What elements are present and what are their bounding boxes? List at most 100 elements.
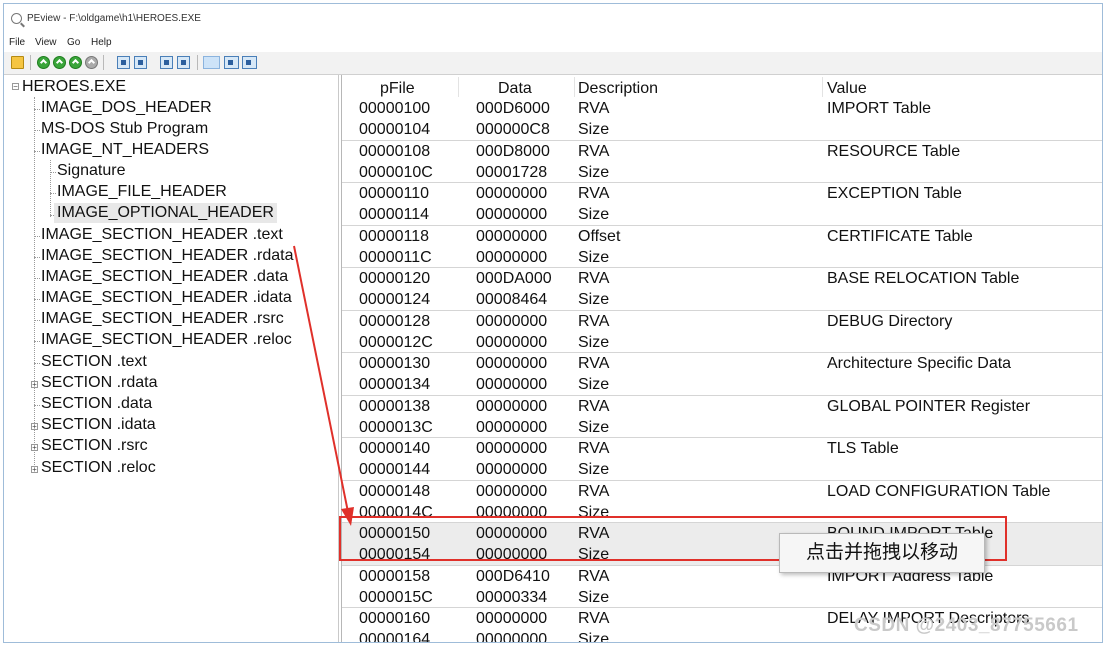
tree-item[interactable]: SECTION .idata (41, 415, 156, 435)
tree-item[interactable]: SECTION .reloc (41, 458, 156, 478)
cell-pfile[interactable]: 00000100 (359, 98, 430, 119)
cell-description[interactable]: Size (578, 459, 609, 480)
cell-description[interactable]: Size (578, 417, 609, 438)
cell-description[interactable]: RVA (578, 98, 609, 119)
cell-data[interactable]: 00000000 (476, 183, 547, 204)
cell-description[interactable]: RVA (578, 396, 609, 417)
cell-value[interactable]: LOAD CONFIGURATION Table (827, 481, 1050, 502)
cell-pfile[interactable]: 00000134 (359, 374, 430, 395)
cell-data[interactable]: 00000000 (476, 396, 547, 417)
tree-item[interactable]: IMAGE_FILE_HEADER (57, 182, 227, 202)
cell-description[interactable]: RVA (578, 141, 609, 162)
cell-data[interactable]: 00000000 (476, 226, 547, 247)
view-word-icon[interactable] (224, 56, 239, 69)
column-header[interactable]: Data (498, 79, 532, 99)
cell-data[interactable]: 00000000 (476, 417, 547, 438)
cell-data[interactable]: 000DA000 (476, 268, 552, 289)
tree-item[interactable]: IMAGE_NT_HEADERS (41, 140, 209, 160)
expand-icon[interactable]: + (31, 381, 38, 389)
cell-description[interactable]: Size (578, 204, 609, 225)
menu-file[interactable]: File (9, 37, 25, 48)
cell-description[interactable]: Size (578, 332, 609, 353)
cell-pfile[interactable]: 00000140 (359, 438, 430, 459)
cell-pfile[interactable]: 00000120 (359, 268, 430, 289)
cell-description[interactable]: RVA (578, 353, 609, 374)
cell-description[interactable]: Size (578, 289, 609, 310)
cell-value[interactable]: Architecture Specific Data (827, 353, 1011, 374)
cell-description[interactable]: RVA (578, 268, 609, 289)
cell-pfile[interactable]: 00000104 (359, 119, 430, 140)
next-section-icon[interactable] (177, 56, 190, 69)
cell-value[interactable]: BASE RELOCATION Table (827, 268, 1019, 289)
tree-item[interactable]: SECTION .rdata (41, 373, 157, 393)
back-icon[interactable] (37, 56, 50, 69)
cell-description[interactable]: Size (578, 119, 609, 140)
cell-data[interactable]: 000D6410 (476, 566, 550, 587)
cell-description[interactable]: Size (578, 162, 609, 183)
cell-data[interactable]: 00000334 (476, 587, 547, 608)
cell-pfile[interactable]: 0000011C (359, 247, 432, 268)
cell-data[interactable]: 00000000 (476, 374, 547, 395)
cell-data[interactable]: 00000000 (476, 459, 547, 480)
cell-data[interactable]: 00000000 (476, 311, 547, 332)
tree-item[interactable]: IMAGE_SECTION_HEADER .rdata (41, 246, 294, 266)
cell-data[interactable]: 00000000 (476, 353, 547, 374)
cell-description[interactable]: RVA (578, 608, 609, 629)
cell-data[interactable]: 00000000 (476, 332, 547, 353)
forward-icon[interactable] (53, 56, 66, 69)
tree-item[interactable]: MS-DOS Stub Program (41, 119, 208, 139)
cell-pfile[interactable]: 00000148 (359, 481, 430, 502)
cell-description[interactable]: RVA (578, 311, 609, 332)
cell-value[interactable]: GLOBAL POINTER Register (827, 396, 1030, 417)
cell-description[interactable]: Size (578, 629, 609, 642)
cell-pfile[interactable]: 00000158 (359, 566, 430, 587)
cell-description[interactable]: Offset (578, 226, 620, 247)
cell-pfile[interactable]: 00000160 (359, 608, 430, 629)
tree-item[interactable]: SECTION .text (41, 352, 147, 372)
collapse-icon[interactable]: − (12, 83, 19, 91)
column-header[interactable]: pFile (380, 79, 415, 99)
view-hex-icon[interactable] (117, 56, 130, 69)
column-header[interactable]: Description (578, 79, 658, 99)
cell-pfile[interactable]: 00000110 (359, 183, 429, 204)
cell-data[interactable]: 000000C8 (476, 119, 550, 140)
cell-data[interactable]: 00000000 (476, 629, 547, 642)
tree-item[interactable]: IMAGE_SECTION_HEADER .text (41, 225, 283, 245)
cell-description[interactable]: Size (578, 587, 609, 608)
tree-item[interactable]: IMAGE_DOS_HEADER (41, 98, 212, 118)
cell-description[interactable]: RVA (578, 183, 609, 204)
cell-data[interactable]: 000D8000 (476, 141, 550, 162)
cell-pfile[interactable]: 0000015C (359, 587, 433, 608)
cell-data[interactable]: 00008464 (476, 289, 547, 310)
cell-value[interactable]: CERTIFICATE Table (827, 226, 973, 247)
cell-data[interactable]: 00000000 (476, 481, 547, 502)
menu-view[interactable]: View (35, 37, 57, 48)
tree-root[interactable]: HEROES.EXE (22, 77, 126, 97)
cell-value[interactable]: RESOURCE Table (827, 141, 960, 162)
cell-description[interactable]: RVA (578, 438, 609, 459)
tree-item-selected[interactable]: IMAGE_OPTIONAL_HEADER (54, 203, 277, 223)
cell-pfile[interactable]: 00000118 (359, 226, 429, 247)
view-text-icon[interactable] (134, 56, 147, 69)
menu-help[interactable]: Help (91, 37, 112, 48)
tree-item[interactable]: SECTION .rsrc (41, 436, 148, 456)
tree-item[interactable]: IMAGE_SECTION_HEADER .rsrc (41, 309, 284, 329)
cell-value[interactable]: TLS Table (827, 438, 899, 459)
cell-value[interactable]: DEBUG Directory (827, 311, 952, 332)
cell-data[interactable]: 00000000 (476, 204, 547, 225)
tree-item[interactable]: Signature (57, 161, 126, 181)
cell-pfile[interactable]: 00000138 (359, 396, 430, 417)
cell-pfile[interactable]: 00000164 (359, 629, 430, 642)
cell-data[interactable]: 000D6000 (476, 98, 550, 119)
cell-data[interactable]: 00001728 (476, 162, 547, 183)
cell-value[interactable]: EXCEPTION Table (827, 183, 962, 204)
cell-pfile[interactable]: 00000108 (359, 141, 430, 162)
cell-pfile[interactable]: 00000128 (359, 311, 430, 332)
cell-description[interactable]: RVA (578, 481, 609, 502)
tree-item[interactable]: IMAGE_SECTION_HEADER .idata (41, 288, 292, 308)
cell-pfile[interactable]: 00000124 (359, 289, 430, 310)
expand-icon[interactable]: + (31, 444, 38, 452)
cell-pfile[interactable]: 00000130 (359, 353, 430, 374)
view-byte-icon[interactable] (203, 56, 220, 69)
cell-data[interactable]: 00000000 (476, 608, 547, 629)
